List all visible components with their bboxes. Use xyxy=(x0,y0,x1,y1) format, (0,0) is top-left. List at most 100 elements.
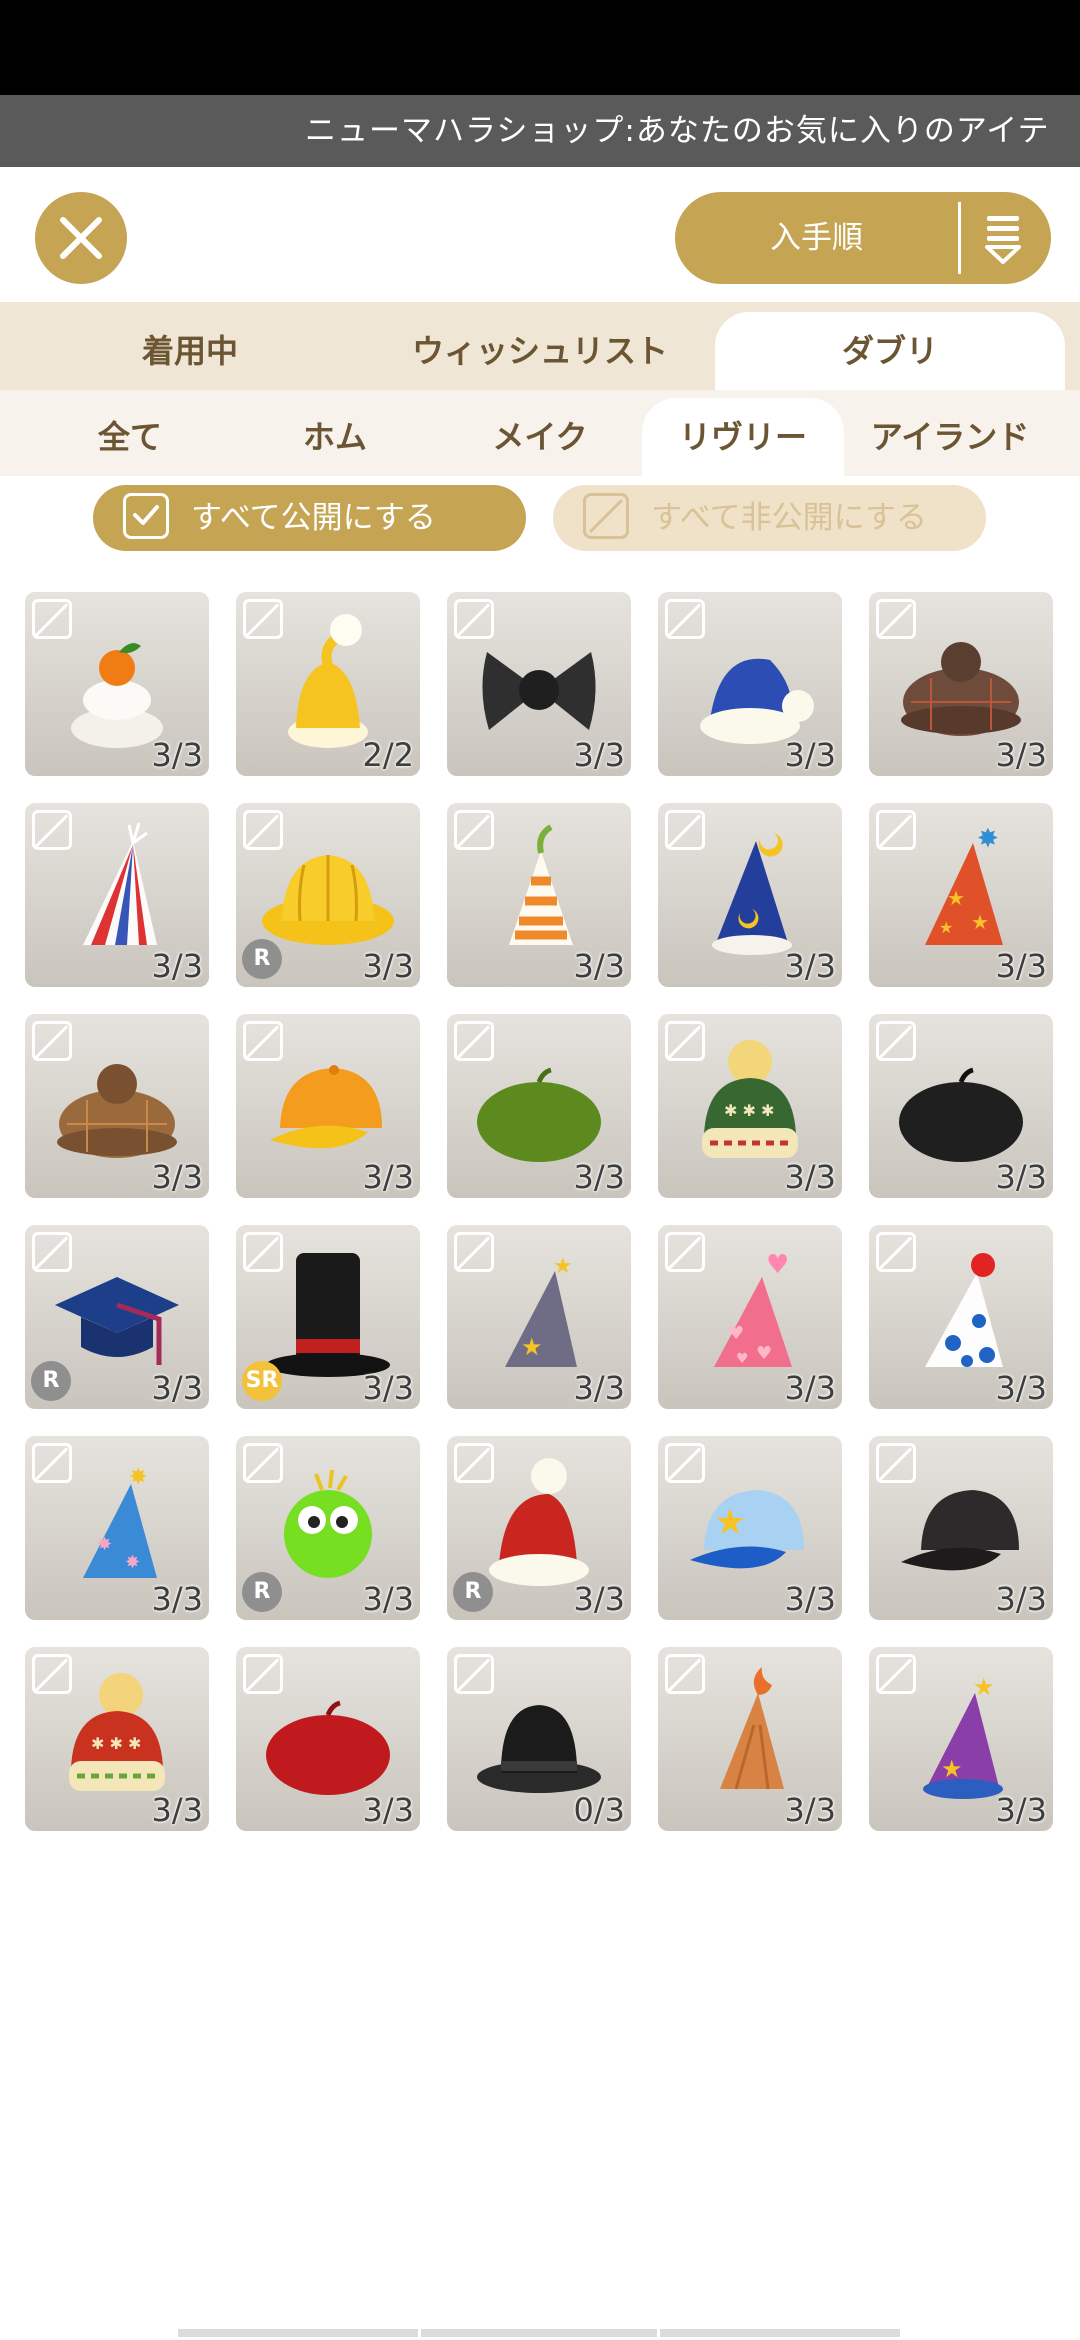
tab-wishlist[interactable]: ウィッシュリスト xyxy=(370,312,710,390)
item-tile[interactable]: 3/3 xyxy=(25,803,209,987)
item-tile[interactable]: 3/3 xyxy=(236,1647,420,1831)
svg-text:★: ★ xyxy=(521,1333,543,1361)
item-quantity: 3/3 xyxy=(784,1791,837,1829)
close-button[interactable] xyxy=(35,192,127,284)
item-tile[interactable]: 3/3 xyxy=(25,592,209,776)
svg-text:✸: ✸ xyxy=(129,1465,147,1490)
item-checkbox[interactable] xyxy=(32,1654,72,1694)
svg-text:✸: ✸ xyxy=(125,1552,140,1573)
publish-all-button[interactable]: すべて公開にする xyxy=(93,485,526,551)
item-tile[interactable]: R 3/3 xyxy=(25,1225,209,1409)
unpublish-all-label: すべて非公開にする xyxy=(651,500,927,536)
item-tile[interactable]: 3/3 xyxy=(658,803,842,987)
subtab-makeup[interactable]: メイク xyxy=(450,398,630,476)
item-tile[interactable]: 2/2 xyxy=(236,592,420,776)
item-tile[interactable]: ★ ★ ★ ✸ 3/3 xyxy=(869,803,1053,987)
unpublish-all-button[interactable]: すべて非公開にする xyxy=(553,485,986,551)
item-checkbox[interactable] xyxy=(665,599,705,639)
item-tile[interactable]: ★ 3/3 xyxy=(658,1436,842,1620)
announcement-marquee: ニューマハラショップ:あなたのお気に入りのアイテ xyxy=(0,95,1080,167)
svg-text:★: ★ xyxy=(939,918,953,937)
item-quantity: 3/3 xyxy=(151,736,204,774)
home-indicator xyxy=(178,2329,418,2337)
item-tile[interactable]: SR 3/3 xyxy=(236,1225,420,1409)
item-tile[interactable]: 3/3 xyxy=(658,1647,842,1831)
item-checkbox[interactable] xyxy=(665,1232,705,1272)
item-tile[interactable]: 3/3 xyxy=(25,1014,209,1198)
item-tile[interactable]: 3/3 xyxy=(447,592,631,776)
item-tile[interactable]: 3/3 xyxy=(447,1014,631,1198)
item-checkbox[interactable] xyxy=(32,1443,72,1483)
item-quantity: 3/3 xyxy=(151,947,204,985)
item-tile[interactable]: 3/3 xyxy=(869,1225,1053,1409)
sub-tab-bar: 全て ホム メイク リヴリー アイランド xyxy=(0,390,1080,476)
subtab-home[interactable]: ホム xyxy=(245,398,425,476)
item-checkbox[interactable] xyxy=(243,1443,283,1483)
item-tile[interactable]: 3/3 xyxy=(447,803,631,987)
item-checkbox[interactable] xyxy=(32,810,72,850)
svg-text:★: ★ xyxy=(941,1755,963,1783)
item-checkbox[interactable] xyxy=(454,810,494,850)
checkbox-checked-icon xyxy=(123,493,169,539)
item-tile[interactable]: ✸ ✸ ✸ 3/3 xyxy=(25,1436,209,1620)
item-tile[interactable]: 3/3 xyxy=(658,592,842,776)
sort-order-icon xyxy=(985,216,1021,264)
item-quantity: 3/3 xyxy=(784,947,837,985)
item-checkbox[interactable] xyxy=(243,810,283,850)
item-checkbox[interactable] xyxy=(665,810,705,850)
item-checkbox[interactable] xyxy=(665,1654,705,1694)
item-checkbox[interactable] xyxy=(876,1443,916,1483)
item-checkbox[interactable] xyxy=(454,599,494,639)
item-checkbox[interactable] xyxy=(32,1021,72,1061)
item-quantity: 3/3 xyxy=(573,947,626,985)
item-tile[interactable]: R 3/3 xyxy=(236,803,420,987)
item-tile[interactable]: ✱ ✱ ✱ 3/3 xyxy=(25,1647,209,1831)
item-checkbox[interactable] xyxy=(876,810,916,850)
item-tile[interactable]: R 3/3 xyxy=(236,1436,420,1620)
rarity-badge: SR xyxy=(242,1361,282,1401)
item-tile[interactable]: 3/3 xyxy=(236,1014,420,1198)
item-quantity: 3/3 xyxy=(362,1580,415,1618)
item-tile[interactable]: 3/3 xyxy=(869,1014,1053,1198)
item-checkbox[interactable] xyxy=(876,1232,916,1272)
rarity-badge: R xyxy=(453,1572,493,1612)
item-quantity: 3/3 xyxy=(784,1158,837,1196)
item-checkbox[interactable] xyxy=(454,1232,494,1272)
tab-wearing[interactable]: 着用中 xyxy=(20,312,360,390)
item-checkbox[interactable] xyxy=(243,599,283,639)
subtab-island[interactable]: アイランド xyxy=(855,398,1045,476)
svg-text:✸: ✸ xyxy=(97,1534,112,1555)
item-tile[interactable]: ✱ ✱ ✱ 3/3 xyxy=(658,1014,842,1198)
item-checkbox[interactable] xyxy=(876,1021,916,1061)
item-tile[interactable]: 3/3 xyxy=(869,1436,1053,1620)
item-tile[interactable]: R 3/3 xyxy=(447,1436,631,1620)
sort-button[interactable]: 入手順 xyxy=(675,192,1051,284)
item-checkbox[interactable] xyxy=(665,1021,705,1061)
subtab-livly[interactable]: リヴリー xyxy=(642,398,844,476)
item-tile[interactable]: ★ ★ 3/3 xyxy=(447,1225,631,1409)
item-checkbox[interactable] xyxy=(876,599,916,639)
subtab-all[interactable]: 全て xyxy=(40,398,220,476)
item-checkbox[interactable] xyxy=(876,1654,916,1694)
item-tile[interactable]: 3/3 xyxy=(869,592,1053,776)
item-checkbox[interactable] xyxy=(454,1654,494,1694)
item-checkbox[interactable] xyxy=(454,1021,494,1061)
item-tile[interactable]: ♥ ♥ ♥ ♥ 3/3 xyxy=(658,1225,842,1409)
item-quantity: 3/3 xyxy=(362,1158,415,1196)
item-checkbox[interactable] xyxy=(243,1232,283,1272)
item-checkbox[interactable] xyxy=(32,1232,72,1272)
item-checkbox[interactable] xyxy=(243,1654,283,1694)
home-indicator xyxy=(421,2329,657,2337)
item-checkbox[interactable] xyxy=(454,1443,494,1483)
item-checkbox[interactable] xyxy=(32,599,72,639)
item-checkbox[interactable] xyxy=(243,1021,283,1061)
item-tile[interactable]: 0/3 xyxy=(447,1647,631,1831)
tab-duplicates[interactable]: ダブリ xyxy=(715,312,1065,390)
item-tile[interactable]: ★ ★ 3/3 xyxy=(869,1647,1053,1831)
sort-divider xyxy=(958,202,961,274)
item-quantity: 3/3 xyxy=(995,1369,1048,1407)
item-quantity: 3/3 xyxy=(995,1580,1048,1618)
item-quantity: 0/3 xyxy=(573,1791,626,1829)
item-checkbox[interactable] xyxy=(665,1443,705,1483)
item-quantity: 3/3 xyxy=(784,736,837,774)
